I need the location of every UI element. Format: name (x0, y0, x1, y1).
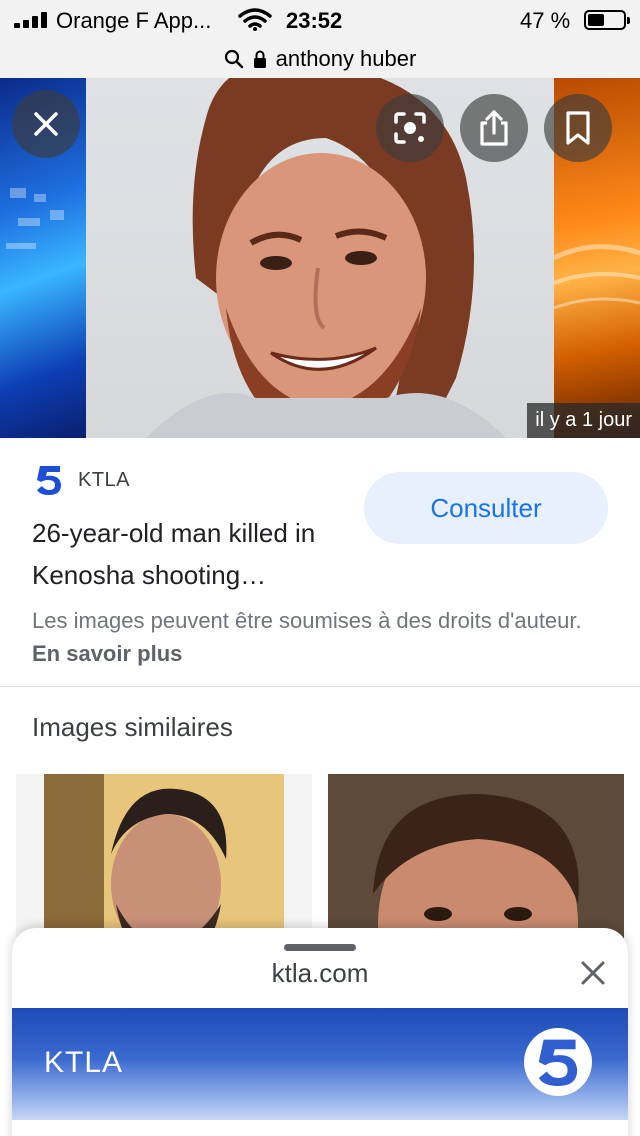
ktla-logo-icon (538, 1039, 578, 1086)
bookmark-button[interactable] (544, 94, 612, 162)
copyright-notice: Les images peuvent être soumises à des d… (32, 604, 612, 670)
battery-level (588, 14, 604, 26)
lock-icon (253, 50, 266, 68)
lens-icon (394, 112, 426, 144)
hero-image[interactable]: il y a 1 jour (0, 78, 640, 438)
close-icon (34, 112, 58, 136)
lens-button[interactable] (376, 94, 444, 162)
carrier-name: Orange F App... (56, 8, 212, 33)
site-header-banner: KTLA (12, 1008, 628, 1120)
share-icon (480, 110, 508, 146)
copyright-text: Les images peuvent être soumises à des d… (32, 608, 582, 633)
battery-icon (584, 10, 630, 30)
banner-logo (524, 1028, 592, 1096)
result-title[interactable]: 26-year-old man killed in Kenosha shooti… (32, 512, 352, 596)
source-row[interactable]: KTLA (34, 464, 130, 496)
status-bar: Orange F App... 23:52 47 % (0, 0, 640, 40)
url-text: anthony huber (275, 46, 417, 71)
banner-title: KTLA (44, 1046, 124, 1079)
divider (0, 686, 640, 687)
battery-percent: 47 % (520, 8, 571, 33)
similar-images-heading: Images similaires (32, 712, 233, 742)
wifi-icon (238, 8, 272, 31)
sheet-domain: ktla.com (271, 958, 369, 988)
bookmark-icon (566, 111, 590, 145)
consult-button[interactable]: Consulter (364, 472, 608, 544)
url-bar[interactable]: anthony huber (0, 40, 640, 78)
clock: 23:52 (286, 8, 343, 33)
close-button[interactable] (12, 90, 80, 158)
sheet-close-icon[interactable] (578, 958, 608, 988)
source-name: KTLA (78, 468, 131, 491)
learn-more-link[interactable]: En savoir plus (32, 641, 182, 666)
search-icon (224, 49, 243, 69)
signal-icon (14, 12, 48, 28)
image-timestamp: il y a 1 jour (527, 403, 640, 438)
share-button[interactable] (460, 94, 528, 162)
site-preview-sheet[interactable]: ktla.com KTLA (12, 928, 628, 1136)
sheet-drag-handle[interactable] (284, 944, 356, 951)
ktla-logo-icon (37, 466, 61, 495)
